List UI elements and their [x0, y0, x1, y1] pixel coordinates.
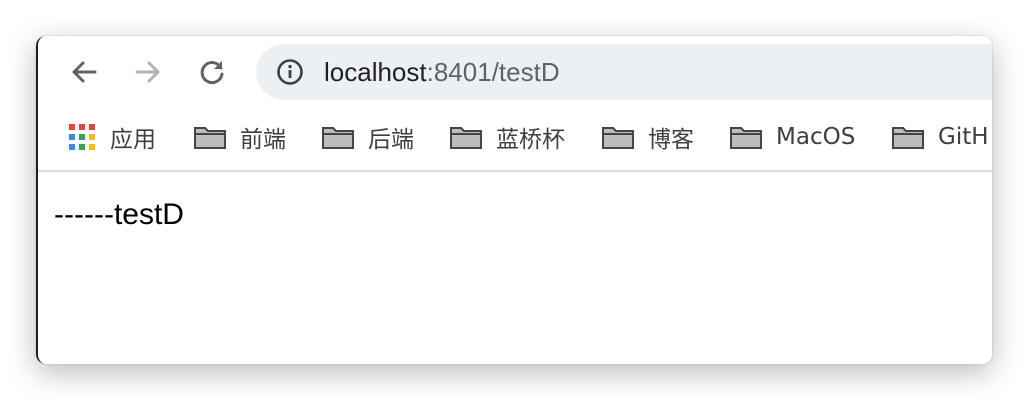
bookmark-folder-backend[interactable]: 后端 — [322, 122, 414, 153]
bookmark-label: 博客 — [648, 127, 694, 153]
bookmark-label: 蓝桥杯 — [496, 127, 565, 153]
back-button[interactable] — [64, 52, 104, 92]
url-text[interactable]: localhost:8401/testD — [324, 58, 560, 86]
url-path: :8401/testD — [426, 57, 560, 87]
bookmark-label: GitH — [938, 124, 989, 150]
bookmark-apps[interactable]: 应用 — [68, 122, 156, 153]
folder-icon — [322, 127, 354, 149]
folder-icon — [892, 127, 924, 149]
forward-button[interactable] — [128, 52, 168, 92]
page-content: ------testD — [38, 172, 992, 364]
reload-button[interactable] — [192, 52, 232, 92]
url-host: localhost — [324, 57, 427, 87]
bookmark-label: 应用 — [110, 127, 156, 153]
bookmark-folder-github[interactable]: GitH — [892, 122, 989, 152]
folder-icon — [730, 127, 762, 149]
page-body-text: ------testD — [54, 198, 184, 231]
folder-icon — [602, 127, 634, 149]
folder-icon — [194, 127, 226, 149]
bookmark-folder-frontend[interactable]: 前端 — [194, 122, 286, 153]
info-icon[interactable] — [276, 58, 304, 86]
folder-icon — [450, 127, 482, 149]
bookmark-folder-lanqiao[interactable]: 蓝桥杯 — [450, 122, 565, 153]
reload-icon — [200, 61, 224, 84]
bookmark-label: 前端 — [240, 127, 286, 153]
bookmark-folder-macos[interactable]: MacOS — [730, 122, 855, 152]
arrow-right-icon — [135, 61, 160, 83]
bookmarks-bar: 应用 前端 后端 蓝桥杯 博客 MacOS GitH — [38, 108, 992, 172]
browser-toolbar: localhost:8401/testD — [38, 36, 992, 108]
bookmark-label: MacOS — [776, 124, 856, 150]
address-bar[interactable]: localhost:8401/testD — [256, 44, 992, 100]
apps-grid-icon — [68, 123, 96, 151]
bookmark-folder-blog[interactable]: 博客 — [602, 122, 694, 153]
arrow-left-icon — [72, 61, 97, 83]
bookmark-label: 后端 — [368, 127, 414, 153]
browser-window: localhost:8401/testD 应用 前端 后端 蓝桥杯 博客 Mac… — [36, 36, 992, 364]
